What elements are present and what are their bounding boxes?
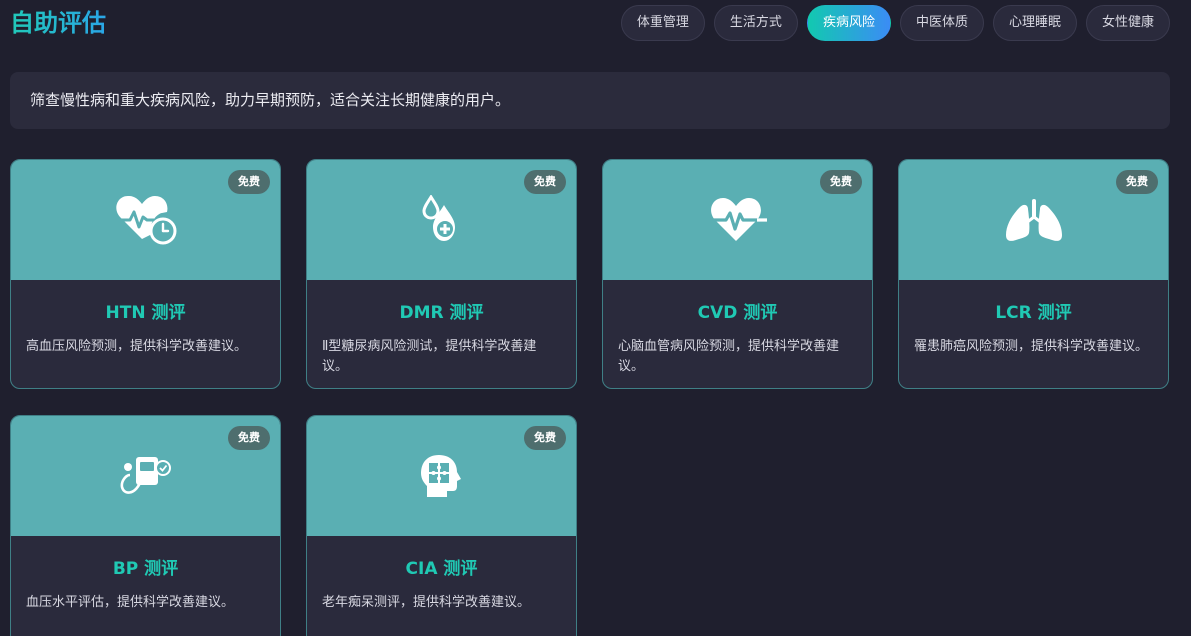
free-badge: 免费: [524, 170, 566, 194]
heart-clock-icon: [114, 193, 178, 247]
blood-pressure-monitor-icon: [118, 453, 174, 499]
assessment-card-cia[interactable]: 免费 CIA 测评 老年痴呆测评，提供科学改善建议。: [306, 415, 577, 636]
card-description: 罹患肺癌风险预测，提供科学改善建议。: [914, 339, 1149, 354]
assessment-card-lcr[interactable]: 免费 LCR 测评 罹患肺癌风险预测，提供科学改善建议。: [898, 159, 1169, 389]
free-badge: 免费: [1116, 170, 1158, 194]
card-title: BP 测评: [112, 559, 179, 579]
assessment-card-cvd[interactable]: 免费 CVD 测评 心脑血管病风险预测，提供科学改善建议。: [602, 159, 873, 389]
card-title: HTN 测评: [105, 303, 186, 323]
card-banner: 免费: [11, 160, 280, 280]
card-banner: 免费: [603, 160, 872, 280]
card-banner: 免费: [307, 416, 576, 536]
card-title: CIA 测评: [405, 559, 478, 579]
card-title: CVD 测评: [697, 303, 778, 323]
card-description: 血压水平评估，提供科学改善建议。: [26, 595, 235, 610]
card-banner: 免费: [899, 160, 1168, 280]
tab-mental-sleep[interactable]: 心理睡眠: [992, 5, 1077, 41]
page-title: 自助评估: [10, 6, 106, 40]
card-banner: 免费: [11, 416, 280, 536]
card-title: DMR 测评: [399, 303, 484, 323]
category-description: 筛查慢性病和重大疾病风险，助力早期预防，适合关注长期健康的用户。: [10, 72, 1170, 129]
tab-tcm-constitution[interactable]: 中医体质: [899, 5, 984, 41]
category-tabs: 体重管理 生活方式 疾病风险 中医体质 心理睡眠 女性健康: [620, 5, 1170, 41]
card-description: 心脑血管病风险预测，提供科学改善建议。: [618, 339, 840, 374]
free-badge: 免费: [524, 426, 566, 450]
free-badge: 免费: [228, 426, 270, 450]
free-badge: 免费: [820, 170, 862, 194]
assessment-card-dmr[interactable]: 免费 DMR 测评 Ⅱ型糖尿病风险测试，提供科学改善建议。: [306, 159, 577, 389]
card-description: 高血压风险预测，提供科学改善建议。: [26, 339, 248, 354]
heart-pulse-icon: [709, 195, 767, 245]
tab-disease-risk[interactable]: 疾病风险: [806, 5, 891, 41]
assessment-card-htn[interactable]: 免费 HTN 测评 高血压风险预测，提供科学改善建议。: [10, 159, 281, 389]
card-banner: 免费: [307, 160, 576, 280]
brain-puzzle-icon: [419, 453, 465, 499]
card-description: 老年痴呆测评，提供科学改善建议。: [322, 595, 531, 610]
assessment-card-bp[interactable]: 免费 BP 测评 血压水平评估，提供科学改善建议。: [10, 415, 281, 636]
tab-weight-management[interactable]: 体重管理: [620, 5, 705, 41]
lungs-icon: [1004, 197, 1064, 243]
free-badge: 免费: [228, 170, 270, 194]
tab-womens-health[interactable]: 女性健康: [1085, 5, 1170, 41]
card-description: Ⅱ型糖尿病风险测试，提供科学改善建议。: [322, 339, 537, 374]
tab-lifestyle[interactable]: 生活方式: [713, 5, 798, 41]
card-title: LCR 测评: [995, 303, 1072, 323]
blood-drop-icon: [421, 195, 462, 245]
